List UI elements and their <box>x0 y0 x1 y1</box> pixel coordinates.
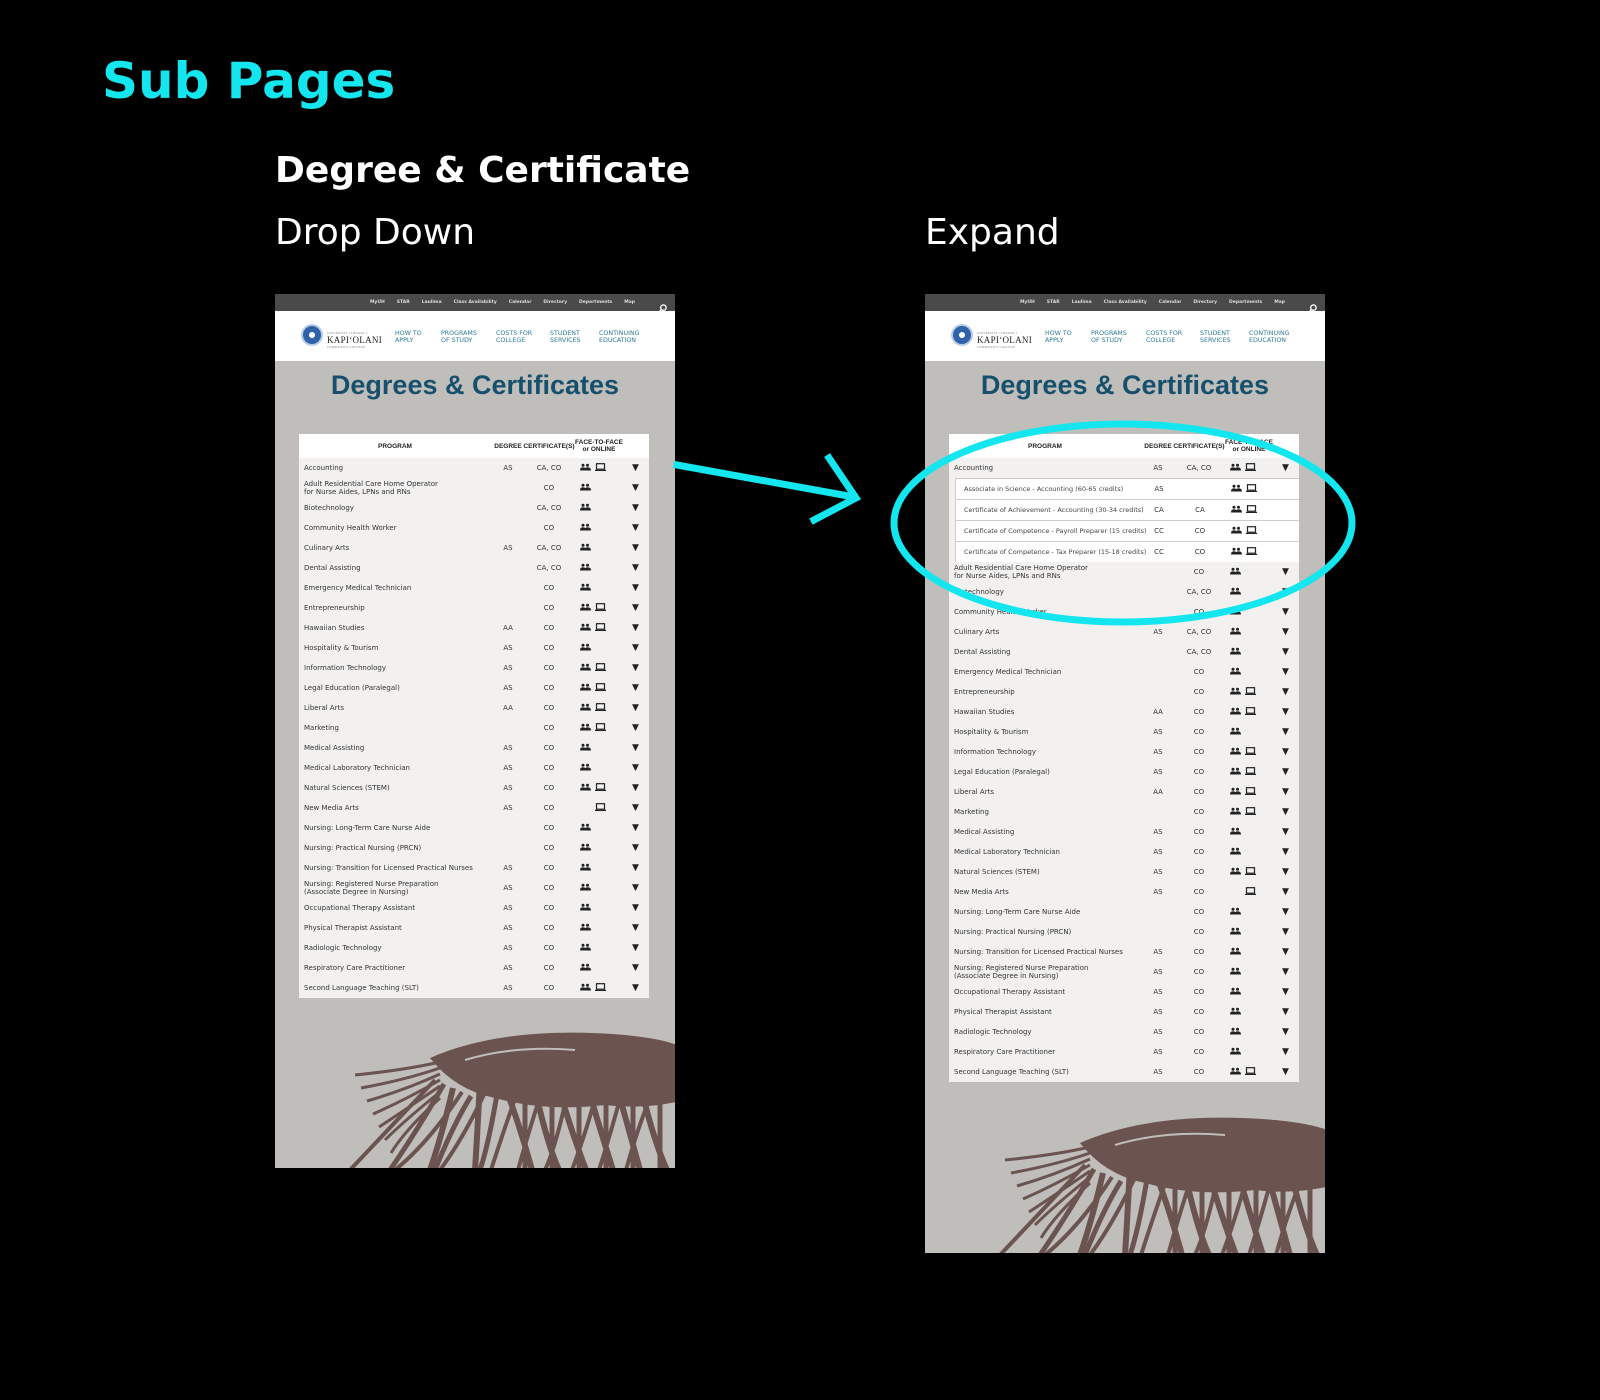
annotation-overlay <box>672 420 1356 626</box>
transition-arrow <box>672 453 862 525</box>
highlight-ellipse <box>890 420 1356 626</box>
